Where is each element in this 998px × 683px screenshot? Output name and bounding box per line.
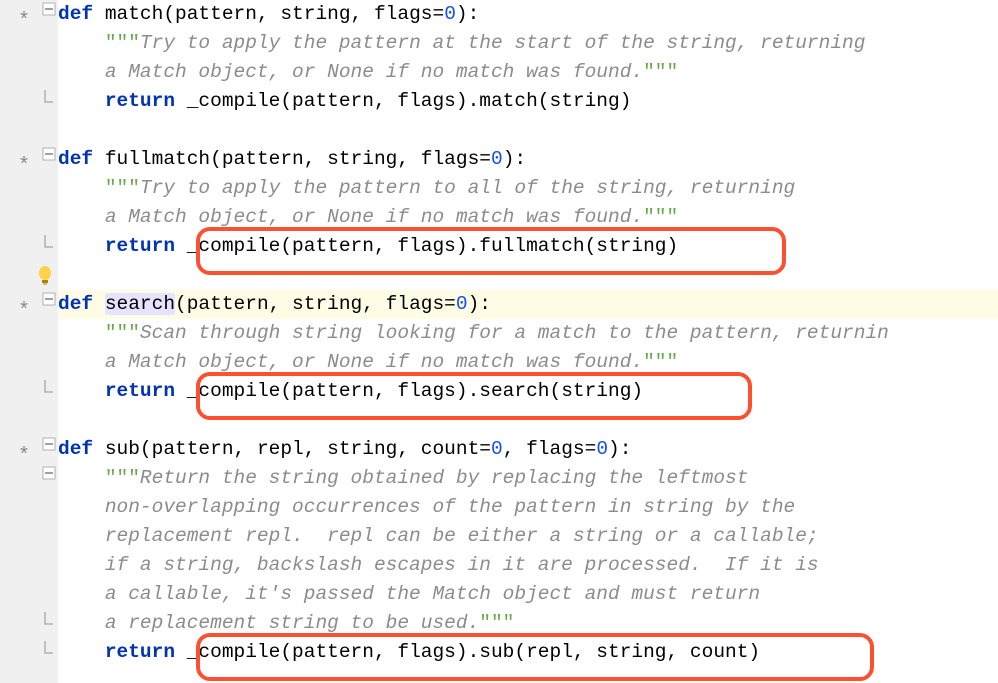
code-area[interactable]: def match(pattern, string, flags=0): """… <box>58 0 998 683</box>
gutter-row <box>0 377 58 406</box>
code-line[interactable]: non-overlapping occurrences of the patte… <box>58 493 998 522</box>
gutter-row: * <box>0 0 58 29</box>
fold-close-icon[interactable] <box>42 611 56 625</box>
fold-minus-icon[interactable] <box>42 437 56 451</box>
code-line[interactable]: def sub(pattern, repl, string, count=0, … <box>58 435 998 464</box>
code-line[interactable]: a Match object, or None if no match was … <box>58 203 998 232</box>
code-line[interactable]: a Match object, or None if no match was … <box>58 58 998 87</box>
code-line[interactable]: """Try to apply the pattern to all of th… <box>58 174 998 203</box>
breakpoint-icon[interactable]: * <box>18 152 30 181</box>
code-line[interactable]: def search(pattern, string, flags=0): <box>58 290 998 319</box>
code-line[interactable]: def fullmatch(pattern, string, flags=0): <box>58 145 998 174</box>
code-line[interactable]: a replacement string to be used.""" <box>58 609 998 638</box>
code-line[interactable]: a callable, it's passed the Match object… <box>58 580 998 609</box>
gutter-row: * <box>0 290 58 319</box>
intention-bulb-icon[interactable] <box>0 261 58 290</box>
code-line[interactable]: return _compile(pattern, flags).search(s… <box>58 377 998 406</box>
gutter-row <box>0 464 58 493</box>
gutter-row <box>0 232 58 261</box>
fold-close-icon[interactable] <box>42 640 56 654</box>
code-line[interactable]: """Scan through string looking for a mat… <box>58 319 998 348</box>
breakpoint-icon[interactable]: * <box>18 297 30 326</box>
code-line[interactable]: return _compile(pattern, flags).sub(repl… <box>58 638 998 667</box>
code-line[interactable]: return _compile(pattern, flags).fullmatc… <box>58 232 998 261</box>
code-line[interactable]: """Return the string obtained by replaci… <box>58 464 998 493</box>
gutter-row: * <box>0 435 58 464</box>
fold-minus-icon[interactable] <box>42 466 56 480</box>
gutter-row: * <box>0 145 58 174</box>
fold-close-icon[interactable] <box>42 89 56 103</box>
gutter: * * * * <box>0 0 58 683</box>
code-editor[interactable]: * * * * <box>0 0 998 683</box>
fold-minus-icon[interactable] <box>42 2 56 16</box>
fold-close-icon[interactable] <box>42 379 56 393</box>
code-line[interactable]: a Match object, or None if no match was … <box>58 348 998 377</box>
gutter-row <box>0 609 58 638</box>
fold-close-icon[interactable] <box>42 234 56 248</box>
code-line[interactable]: if a string, backslash escapes in it are… <box>58 551 998 580</box>
code-line[interactable]: replacement repl. repl can be either a s… <box>58 522 998 551</box>
code-line[interactable]: return _compile(pattern, flags).match(st… <box>58 87 998 116</box>
gutter-row <box>0 87 58 116</box>
fold-minus-icon[interactable] <box>42 147 56 161</box>
code-line[interactable]: def match(pattern, string, flags=0): <box>58 0 998 29</box>
gutter-row <box>0 638 58 667</box>
breakpoint-icon[interactable]: * <box>18 7 30 36</box>
code-line[interactable]: """Try to apply the pattern at the start… <box>58 29 998 58</box>
fold-minus-icon[interactable] <box>42 292 56 306</box>
